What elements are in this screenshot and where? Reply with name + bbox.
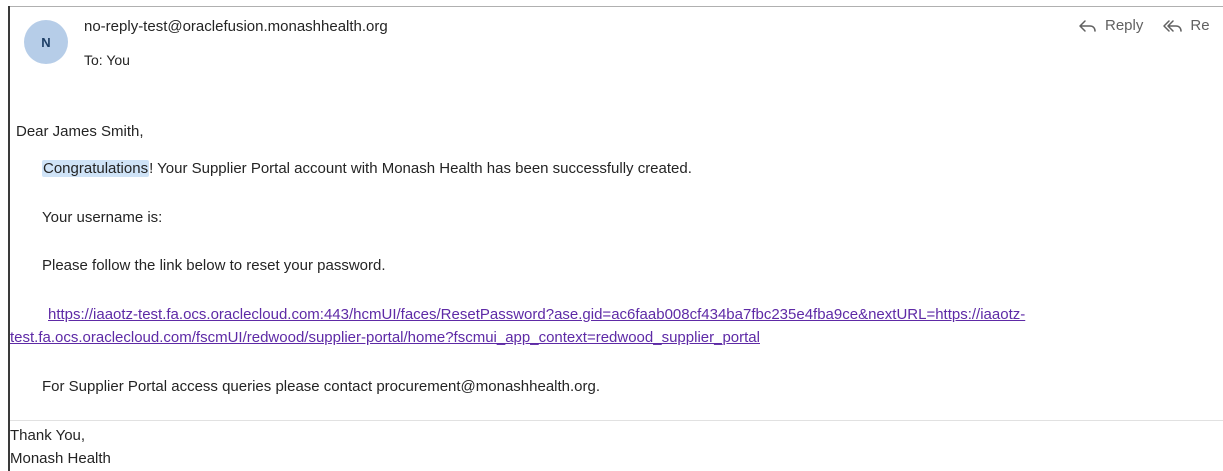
reset-password-link-line1[interactable]: https://iaaotz-test.fa.ocs.oraclecloud.c…: [48, 304, 1025, 326]
sender-address[interactable]: no-reply-test@oraclefusion.monashhealth.…: [84, 18, 388, 35]
congratulations-paragraph: Congratulations! Your Supplier Portal ac…: [42, 160, 692, 177]
congratulations-text: ! Your Supplier Portal account with Mona…: [149, 160, 692, 177]
message-top-border: [8, 6, 1223, 7]
reply-icon: [1079, 19, 1096, 32]
closing-line: Thank You,: [10, 427, 86, 444]
recipient-line: To: You: [84, 52, 130, 68]
reset-instruction: Please follow the link below to reset yo…: [42, 257, 386, 274]
congratulations-word: Congratulations: [42, 160, 150, 177]
signature-divider: [10, 420, 1223, 421]
reply-all-label: Re: [1190, 17, 1210, 34]
signature-line: Monash Health: [10, 450, 111, 467]
reply-label: Reply: [1105, 17, 1144, 34]
reset-password-link-line2[interactable]: test.fa.ocs.oraclecloud.com/fscmUI/redwo…: [10, 327, 760, 349]
username-line: Your username is:: [42, 209, 163, 226]
message-actions: Reply Re: [1078, 17, 1210, 34]
reply-all-icon: [1163, 19, 1183, 32]
message-left-border: [8, 6, 10, 471]
reply-all-button[interactable]: Re: [1163, 17, 1210, 34]
greeting: Dear James Smith,: [16, 123, 144, 140]
contact-line: For Supplier Portal access queries pleas…: [42, 378, 601, 395]
sender-avatar[interactable]: N: [24, 20, 68, 64]
avatar-initial: N: [41, 34, 51, 50]
reply-button[interactable]: Reply: [1078, 17, 1143, 34]
